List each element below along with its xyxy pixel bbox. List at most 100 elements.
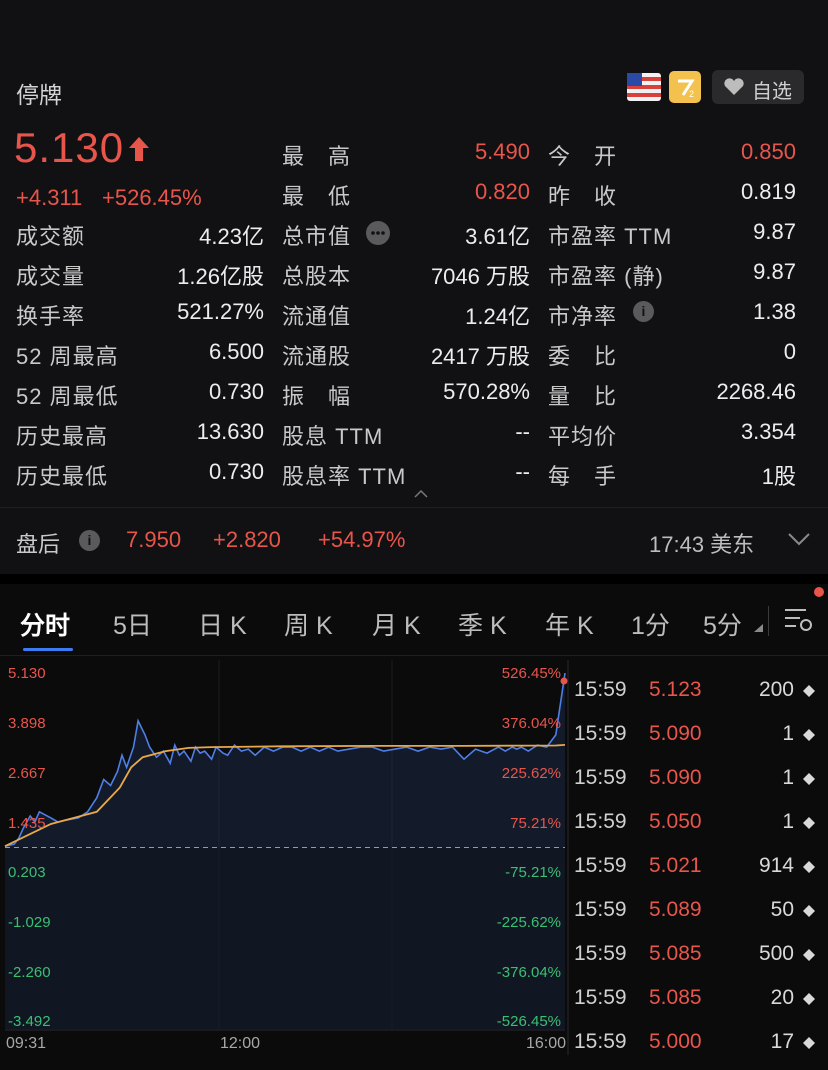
stat-value: 1股: [761, 464, 796, 489]
stat-label: 今 开: [548, 144, 618, 169]
tab-4[interactable]: 月 K: [372, 606, 421, 642]
intraday-chart[interactable]: 5.130 3.898 2.667 1.435 0.203 -1.029 -2.260 -3.…: [0, 660, 570, 1055]
stat-label: 股息 TTM: [282, 424, 384, 449]
stat-value: --: [515, 459, 530, 484]
watchlist-button[interactable]: 自选: [712, 70, 804, 104]
tick-price: 5.085: [649, 986, 702, 1009]
stat-label: 历史最高: [16, 424, 109, 449]
diamond-icon: [803, 685, 815, 697]
stat-value: 3.61亿: [465, 224, 530, 249]
tick-time: 15:59: [574, 942, 627, 965]
info-icon[interactable]: i: [79, 530, 100, 551]
arrow-up-icon: [129, 137, 149, 161]
stat-value: 13.630: [196, 419, 264, 444]
tick-row: 15:59 5.050 1: [574, 810, 818, 850]
price-change-pct: +526.45%: [102, 185, 202, 210]
stat-value: 7046 万股: [430, 264, 530, 289]
tick-volume: 200: [758, 678, 794, 701]
tick-price: 5.021: [649, 854, 702, 877]
diamond-icon: [803, 773, 815, 785]
stat-value: 9.87: [753, 219, 796, 244]
stat-label: 52 周最高: [16, 344, 119, 369]
stat-label: 市净率: [548, 304, 618, 329]
stat-value: --: [515, 419, 530, 444]
stat-value: 2417 万股: [430, 344, 530, 369]
tab-2[interactable]: 日 K: [198, 606, 247, 642]
diamond-icon: [803, 905, 815, 917]
below-baseline-area: [5, 847, 565, 1030]
diamond-icon: [803, 949, 815, 961]
diamond-icon: [803, 993, 815, 1005]
tick-volume: 20: [770, 986, 794, 1009]
stat-value: 1.24亿: [465, 304, 530, 329]
chart-settings-icon[interactable]: [782, 604, 814, 634]
tick-volume: 1: [782, 766, 794, 789]
dropdown-caret-icon[interactable]: [754, 624, 763, 632]
tab-8[interactable]: 5分: [703, 606, 742, 642]
tick-volume: 914: [758, 854, 794, 877]
y-left-label: -1.029: [8, 914, 51, 931]
stat-label: 股息率 TTM: [282, 464, 407, 489]
tick-time: 15:59: [574, 810, 627, 833]
tick-row: 15:59 5.090 1: [574, 766, 818, 806]
watchlist-label: 自选: [752, 81, 792, 103]
stat-value: 3.354: [740, 419, 796, 444]
x-axis-label: 09:31: [6, 1035, 46, 1052]
tick-price: 5.123: [649, 678, 702, 701]
tick-volume: 500: [758, 942, 794, 965]
svg-text:2: 2: [689, 89, 694, 99]
tick-volume: 1: [782, 722, 794, 745]
tick-volume: 50: [770, 898, 794, 921]
stat-label: 流通股: [282, 344, 352, 369]
stat-value: 1.26亿股: [177, 264, 264, 289]
y-right-label: 526.45%: [502, 665, 561, 682]
info-icon[interactable]: i: [633, 301, 654, 322]
tick-price: 5.000: [649, 1030, 702, 1053]
stat-label: 最 高: [282, 144, 352, 169]
tab-5[interactable]: 季 K: [458, 606, 507, 642]
tab-3[interactable]: 周 K: [284, 606, 333, 642]
y-right-label: -75.21%: [505, 864, 561, 881]
status-label: 停牌: [16, 82, 62, 108]
stat-value: 5.490: [474, 139, 530, 164]
chevron-down-icon[interactable]: [787, 532, 811, 546]
stat-label: 市盈率 (静): [548, 264, 664, 289]
level-badge-icon[interactable]: 2: [669, 71, 701, 103]
stat-value: 0.819: [740, 179, 796, 204]
tick-price: 5.090: [649, 766, 702, 789]
stat-label: 成交量: [16, 264, 86, 289]
tick-time: 15:59: [574, 722, 627, 745]
tab-divider: [768, 606, 769, 636]
tick-price: 5.050: [649, 810, 702, 833]
stat-value: 0.820: [474, 179, 530, 204]
stat-value: 0: [783, 339, 796, 364]
y-right-label: 376.04%: [502, 715, 561, 732]
active-tab-indicator: [23, 648, 73, 651]
y-left-label: 5.130: [8, 665, 46, 682]
more-icon[interactable]: [366, 221, 390, 245]
tick-price: 5.090: [649, 722, 702, 745]
stat-value: 4.23亿: [199, 224, 264, 249]
collapse-chevron-icon[interactable]: [414, 490, 428, 498]
diamond-icon: [803, 861, 815, 873]
stat-label: 成交额: [16, 224, 86, 249]
stat-value: 1.38: [753, 299, 796, 324]
heart-icon: [724, 78, 744, 95]
after-hours-price: 7.950: [126, 527, 182, 552]
tick-time: 15:59: [574, 678, 627, 701]
tab-7[interactable]: 1分: [631, 606, 670, 642]
stat-label: 52 周最低: [16, 384, 119, 409]
price-change: +4.311: [16, 185, 83, 210]
tab-1[interactable]: 5日: [113, 606, 152, 642]
after-hours-label: 盘后: [16, 532, 61, 557]
stat-label: 流通值: [282, 304, 352, 329]
stat-label: 振 幅: [282, 384, 352, 409]
tick-row: 15:59 5.090 1: [574, 722, 818, 762]
us-flag-icon[interactable]: [627, 71, 661, 103]
tab-0[interactable]: 分时: [20, 606, 70, 642]
y-right-label: 75.21%: [510, 815, 561, 832]
stat-label: 总股本: [282, 264, 352, 289]
stat-value: 0.730: [208, 459, 264, 484]
tab-6[interactable]: 年 K: [545, 606, 594, 642]
after-hours-change-pct: +54.97%: [318, 527, 406, 552]
